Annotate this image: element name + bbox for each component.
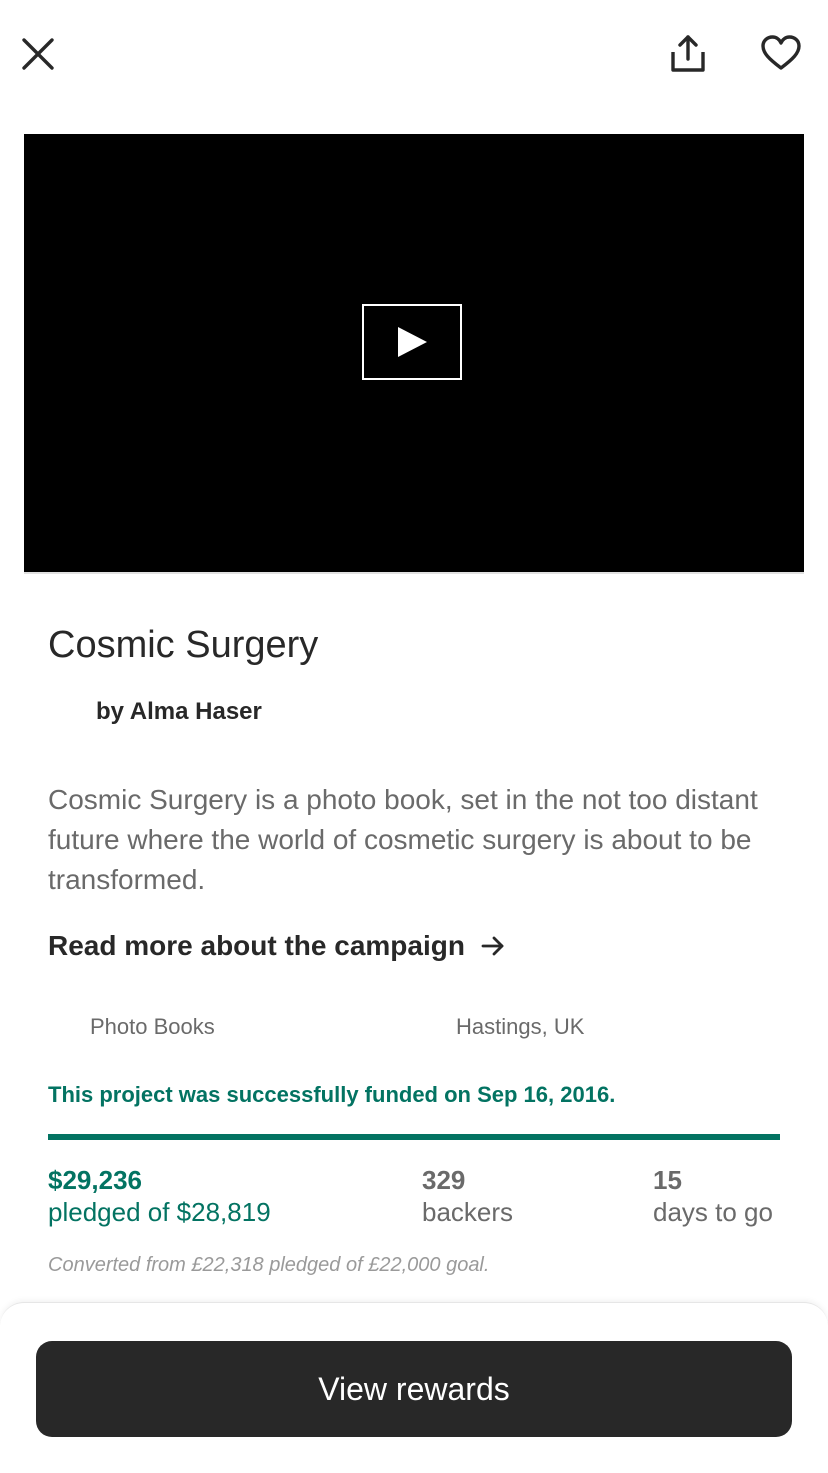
project-blurb: Cosmic Surgery is a photo book, set in t… (48, 784, 758, 895)
video-player[interactable] (24, 134, 804, 574)
stat-backers: 329 backers (422, 1164, 513, 1228)
backers-count: 329 (422, 1165, 466, 1195)
location-label[interactable]: Hastings, UK (456, 1014, 584, 1040)
funding-progress-fill (48, 1134, 780, 1140)
close-icon (22, 38, 54, 70)
play-icon (398, 327, 427, 357)
currency-conversion-note: Converted from £22,318 pledged of £22,00… (48, 1254, 490, 1276)
read-more-label: Read more about the campaign (48, 930, 465, 961)
heart-icon (761, 35, 801, 70)
backers-label: backers (422, 1197, 514, 1227)
category-label[interactable]: Photo Books (90, 1014, 215, 1040)
funding-progress-bar (48, 1134, 780, 1140)
days-count: 15 (653, 1165, 682, 1195)
share-button[interactable] (662, 28, 714, 80)
play-button[interactable] (362, 304, 462, 380)
funding-status-note: This project was successfully funded on … (48, 1082, 616, 1107)
days-label: days to go (653, 1197, 773, 1227)
save-button[interactable] (754, 26, 808, 80)
project-title: Cosmic Surgery (48, 624, 319, 666)
share-icon (671, 35, 705, 72)
bottom-action-bar: View rewards (0, 1302, 828, 1473)
pledged-label: pledged of $28,819 (48, 1197, 271, 1227)
read-more-link[interactable]: Read more about the campaign (48, 930, 505, 962)
stat-days-to-go: 15 days to go (653, 1164, 773, 1228)
view-rewards-button[interactable]: View rewards (36, 1341, 792, 1437)
pledged-amount: $29,236 (48, 1165, 142, 1195)
arrow-right-icon (481, 936, 505, 956)
creator-name[interactable]: by Alma Haser (96, 698, 262, 726)
close-button[interactable] (14, 30, 62, 78)
top-bar (0, 0, 828, 110)
stat-pledged: $29,236 pledged of $28,819 (48, 1164, 271, 1228)
